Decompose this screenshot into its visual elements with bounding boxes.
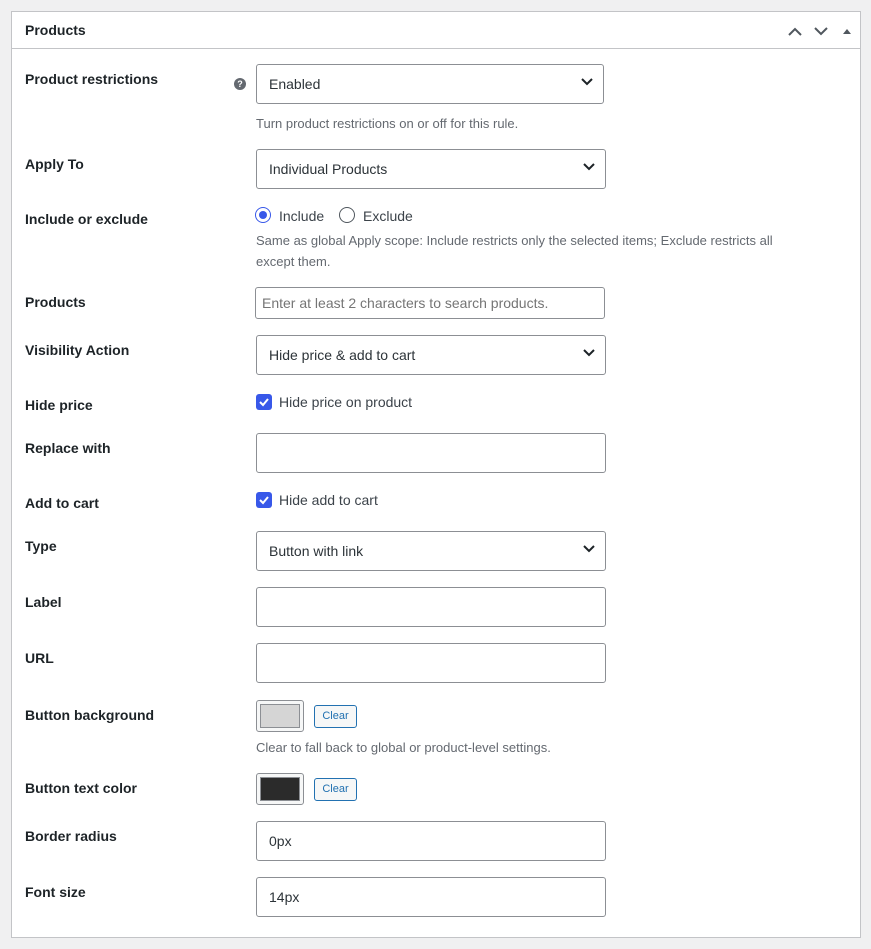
metabox-title: Products	[25, 22, 86, 38]
button-background-label: Button background	[25, 707, 155, 723]
exclude-option-label[interactable]: Exclude	[363, 208, 413, 224]
button-label-label: Label	[25, 594, 62, 610]
visibility-action-select[interactable]: Hide price & add to cart	[256, 335, 606, 375]
button-label-input[interactable]	[256, 587, 606, 627]
product-restrictions-label: Product restrictions	[25, 71, 159, 87]
metabox-header: Products	[12, 12, 860, 49]
button-background-color-picker[interactable]	[256, 700, 304, 732]
include-exclude-description-line1: Same as global Apply scope: Include rest…	[256, 233, 773, 248]
include-radio[interactable]	[255, 207, 271, 223]
button-background-description: Clear to fall back to global or product-…	[256, 740, 551, 755]
apply-to-label: Apply To	[25, 156, 84, 172]
replace-with-label: Replace with	[25, 440, 111, 456]
checkmark-icon	[259, 496, 269, 505]
url-label: URL	[25, 650, 54, 666]
hide-add-to-cart-checkbox[interactable]	[256, 492, 272, 508]
type-value: Button with link	[269, 543, 364, 559]
chevron-down-icon	[581, 78, 593, 86]
type-select[interactable]: Button with link	[256, 531, 606, 571]
button-text-color-picker[interactable]	[256, 773, 304, 805]
include-exclude-label: Include or exclude	[25, 211, 148, 227]
visibility-action-value: Hide price & add to cart	[269, 347, 416, 363]
add-to-cart-label: Add to cart	[25, 495, 99, 511]
chevron-down-icon	[583, 163, 595, 171]
apply-to-value: Individual Products	[269, 161, 388, 177]
products-label: Products	[25, 294, 86, 310]
hide-add-to-cart-checkbox-label[interactable]: Hide add to cart	[279, 492, 378, 508]
include-option-label[interactable]: Include	[279, 208, 324, 224]
include-exclude-description-line2: except them.	[256, 254, 331, 269]
url-input[interactable]	[256, 643, 606, 683]
triangle-up-icon	[843, 28, 851, 34]
button-background-color-fill	[260, 704, 300, 728]
type-label: Type	[25, 538, 57, 554]
product-restrictions-value: Enabled	[269, 76, 321, 92]
chevron-down-icon	[583, 545, 595, 553]
products-metabox: Products Product restrictions ? Enabled …	[11, 11, 861, 938]
hide-price-checkbox[interactable]	[256, 394, 272, 410]
hide-price-checkbox-label[interactable]: Hide price on product	[279, 394, 412, 410]
button-text-color-label: Button text color	[25, 780, 137, 796]
checkmark-icon	[259, 398, 269, 407]
help-icon[interactable]: ?	[234, 78, 246, 90]
border-radius-input[interactable]: 0px	[256, 821, 606, 861]
font-size-label: Font size	[25, 884, 86, 900]
exclude-radio[interactable]	[339, 207, 355, 223]
move-down-button[interactable]	[810, 21, 832, 41]
products-search-placeholder: Enter at least 2 characters to search pr…	[262, 295, 549, 311]
move-up-button[interactable]	[784, 21, 806, 41]
button-text-color-clear-button[interactable]: Clear	[314, 778, 357, 801]
font-size-input[interactable]: 14px	[256, 877, 606, 917]
chevron-up-icon	[788, 27, 802, 36]
button-text-color-fill	[260, 777, 300, 801]
toggle-panel-button[interactable]	[836, 21, 858, 41]
product-restrictions-description: Turn product restrictions on or off for …	[256, 116, 519, 131]
border-radius-label: Border radius	[25, 828, 117, 844]
button-background-clear-button[interactable]: Clear	[314, 705, 357, 728]
hide-price-label: Hide price	[25, 397, 93, 413]
products-search-input[interactable]: Enter at least 2 characters to search pr…	[255, 287, 605, 319]
visibility-action-label: Visibility Action	[25, 342, 130, 358]
chevron-down-icon	[814, 26, 828, 35]
apply-to-select[interactable]: Individual Products	[256, 149, 606, 189]
product-restrictions-select[interactable]: Enabled	[256, 64, 604, 104]
replace-with-input[interactable]	[256, 433, 606, 473]
chevron-down-icon	[583, 349, 595, 357]
